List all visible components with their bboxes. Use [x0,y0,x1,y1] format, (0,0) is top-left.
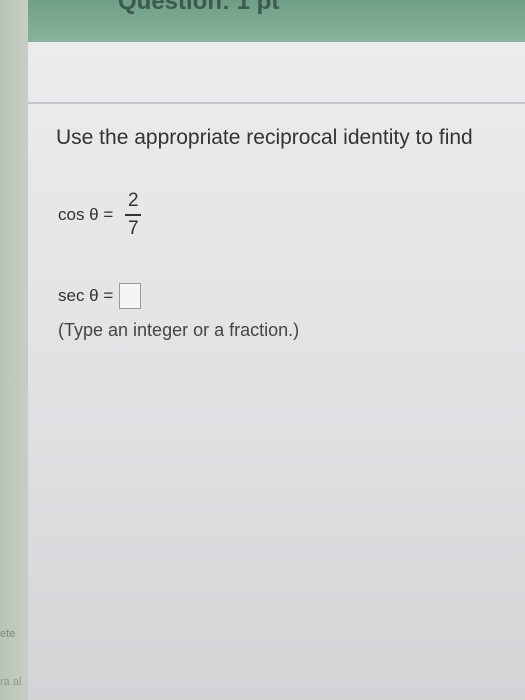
header-title: Question: 1 pt [118,0,280,15]
answer-row: sec θ = [58,283,142,309]
given-numerator: 2 [128,190,139,211]
given-equation: cos θ = 2 7 [58,190,142,240]
fraction-bar [125,214,142,216]
answer-hint: (Type an integer or a fraction.) [58,320,300,340]
gutter-text-1: ete [0,628,16,640]
answer-label: sec θ = [58,286,114,305]
given-label: cos θ = [58,205,114,224]
left-gutter: ete ra al [0,0,28,700]
answer-input[interactable] [119,283,142,309]
divider [28,102,525,104]
question-header: Question: 1 pt [28,0,525,42]
gutter-text-2: ra al [0,676,22,688]
given-denominator: 7 [128,218,139,239]
question-instruction: Use the appropriate reciprocal identity … [56,126,473,149]
given-fraction: 2 7 [125,190,142,240]
